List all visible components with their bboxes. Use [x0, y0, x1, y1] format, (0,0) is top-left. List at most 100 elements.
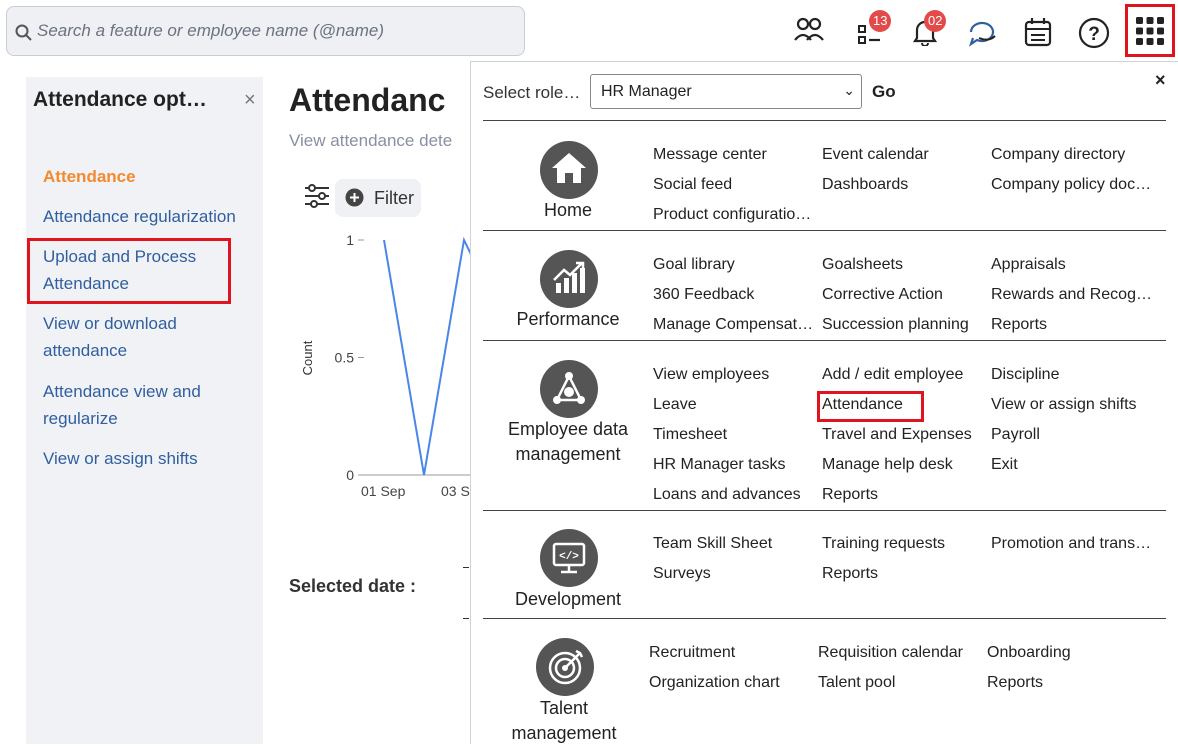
link-view-assign-shifts[interactable]: View or assign shifts [991, 396, 1161, 414]
go-button[interactable]: Go [872, 82, 896, 102]
calendar-icon[interactable] [1024, 17, 1052, 47]
section-employee-data-label[interactable]: Employee data management [493, 417, 643, 467]
menu-item-attendance[interactable]: Attendance [43, 163, 265, 190]
link-onboarding[interactable]: Onboarding [987, 644, 1149, 662]
y-axis-label: Count [300, 340, 315, 375]
svg-text:</>: </> [559, 551, 579, 563]
search-bar[interactable]: Search a feature or employee name (@name… [6, 6, 525, 56]
link-event-calendar[interactable]: Event calendar [822, 146, 984, 164]
divider [483, 340, 1166, 341]
divider [483, 120, 1166, 121]
x-tick-label: 01 Sep [361, 483, 406, 499]
link-rewards-recognition[interactable]: Rewards and Recog… [991, 286, 1161, 304]
close-icon[interactable]: × [244, 89, 256, 112]
menu-item-attendance-regularization[interactable]: Attendance regularization [43, 203, 265, 230]
filter-sliders-icon[interactable] [304, 183, 330, 209]
link-manage-help-desk[interactable]: Manage help desk [822, 456, 984, 474]
divider [483, 510, 1166, 511]
plus-circle-icon [345, 188, 364, 207]
link-loans-advances[interactable]: Loans and advances [653, 486, 815, 504]
link-goalsheets[interactable]: Goalsheets [822, 256, 984, 274]
link-manage-compensation[interactable]: Manage Compensat… [653, 316, 821, 334]
attendance-chart: 1 0.5 0 Count 01 Sep 03 S [289, 228, 470, 538]
role-select-value: HR Manager [601, 83, 692, 100]
close-icon[interactable]: × [1155, 70, 1166, 91]
link-talent-reports[interactable]: Reports [987, 674, 1149, 692]
page-title: Attendanc [289, 82, 446, 118]
apps-grid-icon[interactable] [1136, 17, 1164, 45]
svg-text:?: ? [1088, 24, 1100, 45]
series-line [383, 236, 470, 476]
y-tick-label: 1 [346, 232, 354, 248]
search-input[interactable]: Search a feature or employee name (@name… [37, 21, 384, 41]
link-company-directory[interactable]: Company directory [991, 146, 1161, 164]
role-label: Select role… [483, 83, 581, 102]
menu-item-view-download-attendance[interactable]: View or download attendance [43, 310, 223, 364]
home-icon [540, 141, 598, 199]
y-tick-label: 0.5 [335, 350, 355, 366]
x-tick-label: 03 S [441, 483, 470, 499]
performance-chart-icon [540, 250, 598, 308]
link-development-reports[interactable]: Reports [822, 565, 984, 583]
link-organization-chart[interactable]: Organization chart [649, 674, 811, 692]
chat-icon[interactable] [967, 18, 999, 48]
people-icon[interactable] [794, 17, 824, 43]
selected-date-value [463, 567, 469, 619]
link-appraisals[interactable]: Appraisals [991, 256, 1161, 274]
link-exit[interactable]: Exit [991, 456, 1153, 474]
link-timesheet[interactable]: Timesheet [653, 426, 815, 444]
link-performance-reports[interactable]: Reports [991, 316, 1153, 334]
link-360-feedback[interactable]: 360 Feedback [653, 286, 815, 304]
link-message-center[interactable]: Message center [653, 146, 815, 164]
notifications-badge: 02 [924, 10, 947, 32]
link-payroll[interactable]: Payroll [991, 426, 1153, 444]
help-icon[interactable]: ? [1078, 17, 1110, 49]
target-icon [536, 638, 594, 696]
link-corrective-action[interactable]: Corrective Action [822, 286, 984, 304]
left-panel-title: Attendance opt… [33, 88, 207, 111]
link-promotion-transfer[interactable]: Promotion and trans… [991, 535, 1161, 553]
section-performance-label[interactable]: Performance [493, 307, 643, 332]
link-hr-manager-tasks[interactable]: HR Manager tasks [653, 456, 815, 474]
link-employee-reports[interactable]: Reports [822, 486, 984, 504]
link-team-skill-sheet[interactable]: Team Skill Sheet [653, 535, 815, 553]
attendance-link-highlight [817, 391, 924, 422]
link-talent-pool[interactable]: Talent pool [818, 674, 980, 692]
link-training-requests[interactable]: Training requests [822, 535, 984, 553]
link-dashboards[interactable]: Dashboards [822, 176, 984, 194]
tasks-badge: 13 [869, 10, 892, 32]
org-network-icon [540, 360, 598, 418]
link-goal-library[interactable]: Goal library [653, 256, 815, 274]
link-requisition-calendar[interactable]: Requisition calendar [818, 644, 980, 662]
section-talent-management-label[interactable]: Talent management [489, 696, 639, 746]
section-development-label[interactable]: Development [493, 587, 643, 612]
link-add-edit-employee[interactable]: Add / edit employee [822, 366, 984, 384]
page-subtitle: View attendance dete [289, 131, 453, 150]
menu-item-view-assign-shifts[interactable]: View or assign shifts [43, 445, 265, 472]
link-view-employees[interactable]: View employees [653, 366, 815, 384]
link-discipline[interactable]: Discipline [991, 366, 1153, 384]
section-home-label[interactable]: Home [493, 198, 643, 223]
chevron-down-icon: ⌄ [843, 82, 855, 98]
link-company-policy-documents[interactable]: Company policy doc… [991, 176, 1161, 194]
selected-date-label: Selected date : [289, 576, 417, 596]
menu-item-attendance-view-regularize[interactable]: Attendance view and regularize [43, 378, 243, 432]
link-leave[interactable]: Leave [653, 396, 815, 414]
link-travel-expenses[interactable]: Travel and Expenses [822, 426, 984, 444]
divider [483, 230, 1166, 231]
filter-label: Filter [374, 188, 414, 208]
role-select[interactable]: HR Manager ⌄ [590, 74, 862, 109]
left-panel-header: Attendance opt… × [26, 77, 263, 153]
divider [483, 618, 1166, 619]
search-icon [15, 24, 32, 41]
link-recruitment[interactable]: Recruitment [649, 644, 811, 662]
link-succession-planning[interactable]: Succession planning [822, 316, 984, 334]
link-surveys[interactable]: Surveys [653, 565, 815, 583]
apps-menu-panel: Select role… HR Manager ⌄ Go × Home Perf… [470, 61, 1178, 744]
link-social-feed[interactable]: Social feed [653, 176, 815, 194]
filter-button[interactable]: Filter [335, 179, 421, 217]
upload-process-highlight [27, 238, 231, 304]
link-product-configuration[interactable]: Product configuratio… [653, 206, 821, 224]
code-monitor-icon: </> [540, 529, 598, 587]
y-tick-label: 0 [346, 467, 354, 483]
